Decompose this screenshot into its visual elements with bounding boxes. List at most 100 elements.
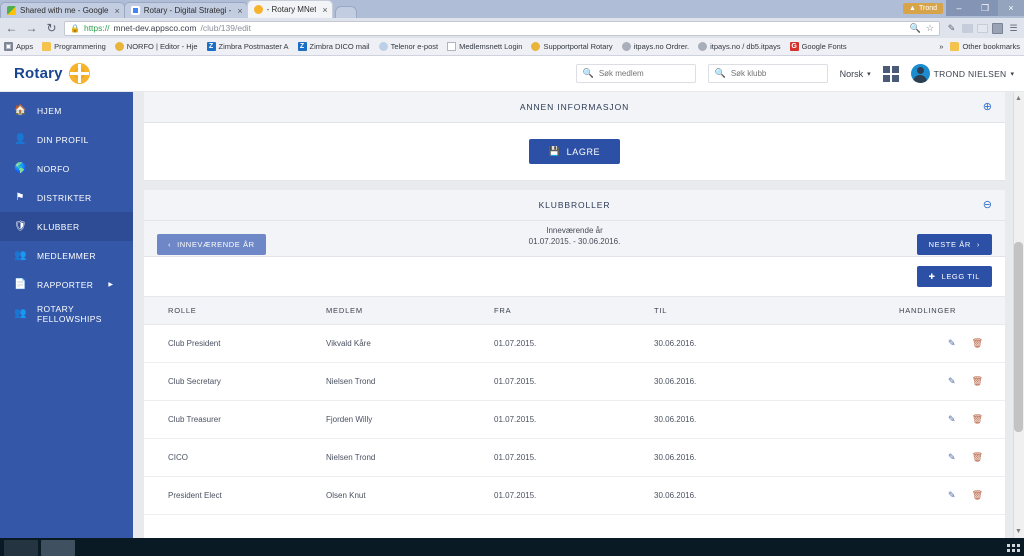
bookmark-item[interactable]: G Google Fonts	[789, 42, 847, 51]
sidebar-item-medlemmer[interactable]: 👥 MEDLEMMER	[0, 241, 133, 270]
tray-grid-icon[interactable]	[1007, 544, 1020, 552]
taskbar-item[interactable]	[4, 540, 38, 556]
column-header-rolle: ROLLE	[144, 296, 326, 325]
close-icon[interactable]: ×	[237, 6, 242, 16]
extension-icon-2[interactable]	[977, 23, 988, 33]
bookmark-item[interactable]: Programmering	[42, 42, 106, 51]
save-section: 💾 LAGRE	[144, 123, 1005, 181]
forward-icon[interactable]: →	[24, 21, 39, 35]
table-row[interactable]: CICO Nielsen Trond 01.07.2015. 30.06.201…	[144, 438, 1005, 477]
add-role-button[interactable]: ✚ LEGG TIL	[916, 266, 992, 287]
pen-icon[interactable]: ✎	[945, 22, 958, 35]
sidebar-item-rapporter[interactable]: 📄 RAPPORTER ▶	[0, 270, 133, 299]
browser-profile-button[interactable]: ▲ Trond	[903, 2, 943, 14]
extension-icon-1[interactable]	[962, 23, 973, 33]
column-header-fra: FRA	[494, 296, 654, 325]
bookmark-item[interactable]: Supportportal Rotary	[531, 42, 613, 51]
panel-header-annen-informasjon[interactable]: ANNEN INFORMASJON ⊕	[144, 92, 1005, 123]
bookmark-item[interactable]: Z Zimbra Postmaster A	[206, 42, 289, 51]
edit-icon[interactable]: ✎	[948, 414, 956, 425]
rotary-icon	[253, 5, 263, 14]
bookmark-item[interactable]: Telenor e-post	[378, 42, 438, 51]
browser-tab-active[interactable]: - Rotary MNet ×	[246, 0, 333, 18]
document-icon: 📄	[14, 278, 27, 290]
star-icon[interactable]: ☆	[926, 23, 934, 34]
bookmark-apps[interactable]: ▣ Apps	[4, 42, 33, 51]
bookmark-label: itpays.no Ordrer.	[633, 42, 690, 51]
apps-grid-icon[interactable]	[882, 65, 899, 82]
menu-icon[interactable]: ☰	[1007, 22, 1020, 35]
url-scheme: https://	[83, 23, 110, 33]
table-row[interactable]: Club Treasurer Fjorden Willy 01.07.2015.…	[144, 400, 1005, 439]
user-menu[interactable]: TROND NIELSEN ▾	[910, 64, 1014, 83]
bookmark-item[interactable]: NORFO | Editor - Hje	[114, 42, 198, 51]
close-icon[interactable]: ×	[322, 5, 327, 15]
edit-icon[interactable]: ✎	[948, 376, 956, 387]
browser-tab[interactable]: Rotary - Digital Strategi - ×	[123, 2, 248, 18]
close-icon[interactable]: ×	[115, 6, 120, 16]
address-bar[interactable]: 🔒 https://mnet-dev.appsco.com/club/139/e…	[64, 20, 940, 36]
expand-icon[interactable]: ⊕	[983, 101, 992, 113]
edit-icon[interactable]: ✎	[948, 490, 956, 501]
edit-icon[interactable]: ✎	[948, 338, 956, 349]
bookmark-item[interactable]: Z Zimbra DICO mail	[297, 42, 370, 51]
edit-icon[interactable]: ✎	[948, 452, 956, 463]
table-row[interactable]: Club President Vikvald Kåre 01.07.2015. …	[144, 324, 1005, 363]
sidebar-item-rotary-fellowships[interactable]: 👥 ROTARY FELLOWSHIPS	[0, 299, 133, 328]
table-row[interactable]: President Elect Olsen Knut 01.07.2015. 3…	[144, 476, 1005, 515]
scrollbar-thumb[interactable]	[1014, 242, 1023, 432]
language-selector[interactable]: Norsk ▾	[840, 69, 871, 79]
app-logo[interactable]: Rotary	[14, 63, 90, 84]
sidebar-item-hjem[interactable]: 🏠 HJEM	[0, 96, 133, 125]
search-club-input[interactable]	[730, 69, 821, 78]
taskbar-tray	[1007, 544, 1020, 552]
table-row[interactable]: Club Secretary Nielsen Trond 01.07.2015.…	[144, 362, 1005, 401]
sidebar-item-label: NORFO	[37, 163, 70, 174]
cell-til: 30.06.2016.	[654, 362, 899, 401]
sidebar-item-norfo[interactable]: 🌎 NORFO	[0, 154, 133, 183]
next-year-button[interactable]: NESTE ÅR ›	[916, 234, 992, 255]
row-actions: ✎ 🗑	[948, 490, 983, 501]
browser-tab-title: Shared with me - Google	[20, 6, 109, 15]
maximize-button[interactable]: ❐	[972, 0, 998, 16]
bookmark-item[interactable]: itpays.no Ordrer.	[621, 42, 690, 51]
sidebar-item-label: DISTRIKTER	[37, 192, 92, 203]
search-club-box[interactable]: 🔍	[707, 64, 828, 83]
new-tab-button[interactable]	[334, 6, 357, 18]
close-window-button[interactable]: ×	[998, 0, 1024, 16]
search-member-box[interactable]: 🔍	[575, 64, 696, 83]
zimbra-icon: Z	[206, 42, 216, 51]
scroll-up-icon[interactable]: ▲	[1014, 94, 1023, 103]
trash-icon[interactable]: 🗑	[972, 414, 983, 425]
extension-icon-3[interactable]	[992, 22, 1003, 34]
gray-circle-icon	[621, 42, 631, 51]
trash-icon[interactable]: 🗑	[972, 490, 983, 501]
taskbar-item-active[interactable]	[41, 540, 75, 556]
zoom-out-icon[interactable]: 🔍	[910, 23, 921, 34]
bookmark-item[interactable]: itpays.no / db5.itpays	[698, 42, 781, 51]
search-member-input[interactable]	[598, 69, 689, 78]
bookmark-label: Zimbra DICO mail	[309, 42, 370, 51]
sidebar-item-din-profil[interactable]: 👤 DIN PROFIL	[0, 125, 133, 154]
bookmark-item[interactable]: Medlemsnett Login	[447, 42, 522, 51]
minimize-button[interactable]: –	[946, 0, 972, 16]
sidebar-item-klubber[interactable]: 🛡 KLUBBER	[0, 212, 133, 241]
trash-icon[interactable]: 🗑	[972, 338, 983, 349]
cell-handlinger: ✎ 🗑	[899, 362, 1005, 401]
back-icon[interactable]: ←	[4, 21, 19, 35]
trash-icon[interactable]: 🗑	[972, 452, 983, 463]
trash-icon[interactable]: 🗑	[972, 376, 983, 387]
scroll-down-icon[interactable]: ▼	[1014, 527, 1023, 536]
previous-year-button[interactable]: ‹ INNEVÆRENDE ÅR	[157, 234, 266, 255]
sidebar-item-distrikter[interactable]: ⚑ DISTRIKTER	[0, 183, 133, 212]
save-button[interactable]: 💾 LAGRE	[528, 139, 621, 164]
bookmarks-overflow-icon[interactable]: »	[939, 42, 943, 51]
reload-icon[interactable]: ↻	[44, 21, 59, 35]
panel-header-klubbroller[interactable]: KLUBBROLLER ⊖	[144, 190, 1005, 221]
language-label: Norsk	[839, 68, 864, 79]
browser-tab[interactable]: Shared with me - Google ×	[0, 2, 125, 18]
other-bookmarks-folder[interactable]: Other bookmarks	[950, 42, 1020, 51]
collapse-icon[interactable]: ⊖	[983, 199, 992, 211]
page-scrollbar[interactable]: ▲ ▼	[1013, 92, 1024, 538]
panel-klubbroller: KLUBBROLLER ⊖ ‹ INNEVÆRENDE ÅR Inneværen…	[144, 190, 1005, 538]
